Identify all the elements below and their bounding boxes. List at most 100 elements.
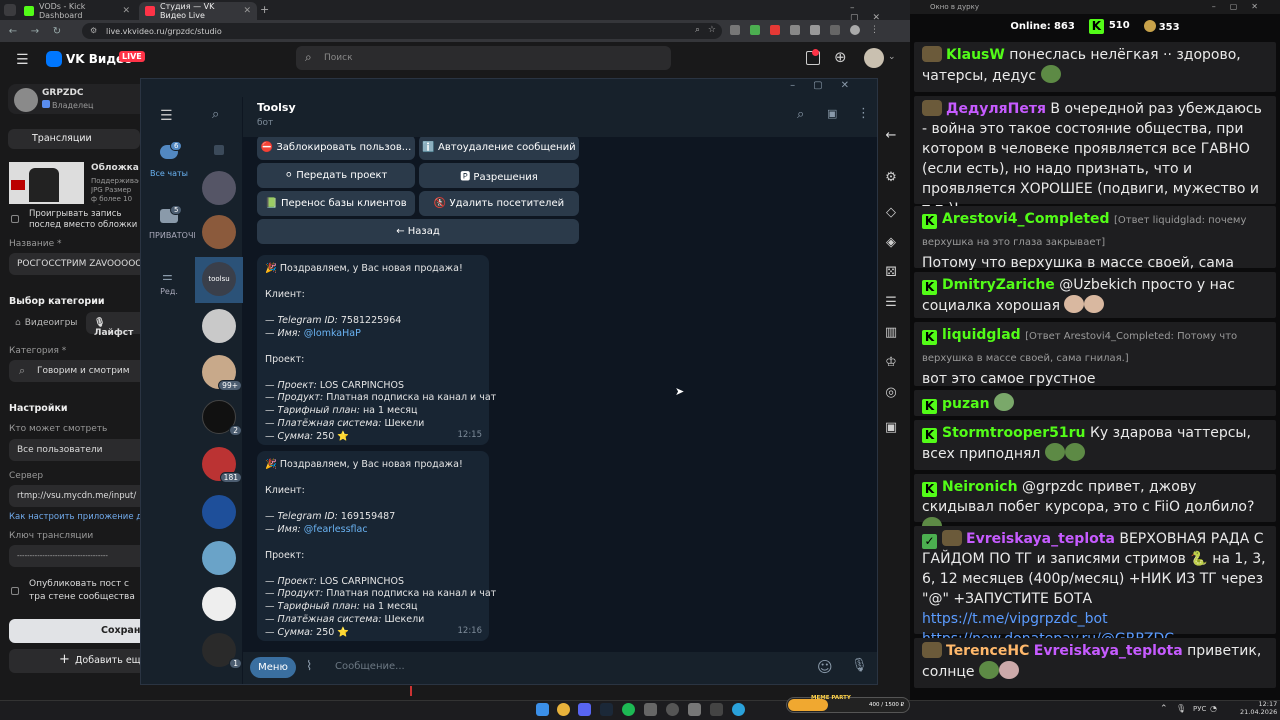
chat-icon[interactable]: ◎ [878, 385, 904, 405]
list-icon[interactable]: ☰ [878, 295, 904, 315]
add-more-button[interactable]: + Добавить еще [9, 649, 149, 673]
chat-username[interactable]: Arestovi4_Completed [942, 211, 1110, 227]
keyboard-button-client-migration[interactable]: 📗 Перенос базы клиентов [257, 191, 415, 216]
search-input[interactable]: ⌕ Поиск [296, 46, 671, 70]
attach-paperclip-icon[interactable]: ⌇ [306, 659, 312, 674]
folder-edit[interactable]: ⚌ Ред. [149, 267, 189, 301]
chat-avatar-toolsy[interactable]: toolsu [202, 262, 236, 296]
telegram-icon[interactable] [732, 703, 745, 716]
chat-item[interactable]: 1 [202, 633, 242, 669]
download-icon[interactable] [830, 25, 840, 35]
obs-icon[interactable] [666, 703, 679, 716]
search-in-chat-icon[interactable]: ⌕ [797, 107, 804, 122]
chat-username[interactable]: Stormtrooper51ru [942, 425, 1086, 441]
network-icon[interactable]: ⌃ [1160, 704, 1168, 714]
chat-username[interactable]: TerenceHC [946, 643, 1029, 659]
category-input[interactable]: Говорим и смотрим [9, 360, 149, 382]
back-icon[interactable]: ← [6, 24, 20, 38]
chat-username[interactable]: KlausW [946, 47, 1005, 63]
site-info-icon[interactable]: ⚙ [90, 26, 97, 35]
app-icon[interactable] [710, 703, 723, 716]
forward-icon[interactable]: → [28, 24, 42, 38]
puzzle-icon[interactable] [810, 25, 820, 35]
server-input[interactable]: rtmp://vsu.mycdn.me/input/ [9, 485, 149, 507]
keyboard-button-permissions[interactable]: 🅿 Разрешения [419, 163, 579, 188]
profile-icon[interactable] [850, 25, 860, 35]
stream-key-input[interactable]: ------------------------------------ [9, 545, 149, 567]
close-tab-icon[interactable]: ✕ [243, 6, 251, 16]
keyboard-button-back[interactable]: ← Назад [257, 219, 579, 244]
sidebar-panel-icon[interactable]: ▣ [827, 107, 837, 120]
gem-icon[interactable]: ◈ [878, 235, 904, 255]
who-can-watch-select[interactable]: Все пользователи [9, 439, 149, 461]
bot-menu-button[interactable]: Меню [250, 657, 296, 678]
extension-icon[interactable] [770, 25, 780, 35]
save-button[interactable]: Сохрани [9, 619, 149, 643]
chat-title[interactable]: Toolsy [257, 101, 296, 114]
reload-icon[interactable]: ↻ [50, 24, 64, 38]
steam-icon[interactable] [600, 703, 613, 716]
spotify-icon[interactable] [622, 703, 635, 716]
client-username-link[interactable]: @fearlessflac [304, 524, 368, 535]
discord-icon[interactable] [578, 703, 591, 716]
keyboard-button-transfer-project[interactable]: ⚪ Передать проект [257, 163, 415, 188]
chat-username[interactable]: DmitryZariche [942, 277, 1055, 293]
bookmark-star-icon[interactable]: ☆ [708, 25, 716, 35]
wifi-icon[interactable]: ◔ [1210, 704, 1217, 713]
chat-window-controls[interactable]: –▢✕ [1212, 2, 1272, 11]
chat-username[interactable]: ДедуляПетя [946, 101, 1046, 117]
archive-icon[interactable] [214, 145, 224, 155]
browser-menu-icon[interactable]: ⋮ [870, 25, 880, 35]
stats-icon[interactable]: ▥ [878, 325, 904, 345]
chat-avatar[interactable] [202, 171, 236, 205]
telegram-menu-icon[interactable]: ☰ [160, 108, 173, 124]
mic-tray-icon[interactable]: 🎙 [1176, 704, 1186, 713]
more-options-icon[interactable]: ⋮ [857, 106, 870, 121]
folder-all-chats[interactable]: 6 Все чаты [149, 141, 189, 187]
emoji-icon[interactable]: ☺ [817, 658, 833, 676]
chat-link[interactable]: https://t.me/vipgrpzdc_bot [922, 611, 1108, 627]
sale-message[interactable]: 🎉 Поздравляем, у Вас новая продажа! Клие… [257, 255, 496, 445]
chat-item[interactable]: 99+ [202, 355, 242, 391]
tab-videogames[interactable]: ⌂ Видеоигры [15, 318, 77, 328]
chevron-down-icon[interactable]: ⌄ [888, 52, 896, 62]
nav-broadcasts-tab[interactable]: Трансляции [8, 129, 140, 149]
sale-message[interactable]: 🎉 Поздравляем, у Вас новая продажа! Клие… [257, 451, 496, 641]
app-icon[interactable] [644, 703, 657, 716]
chat-username[interactable]: Neironich [942, 479, 1018, 495]
start-button-icon[interactable] [536, 703, 549, 716]
chat-username[interactable]: Evreiskaya_teplota [966, 531, 1115, 547]
new-tab-icon[interactable]: + [260, 3, 269, 16]
chrome-icon[interactable] [557, 703, 570, 716]
vk-video-logo-icon[interactable] [46, 51, 62, 67]
dice-icon[interactable]: ⚄ [878, 265, 904, 285]
extension-icon[interactable] [790, 25, 800, 35]
user-avatar[interactable] [864, 48, 884, 68]
search-chats-icon[interactable]: ⌕ [212, 107, 219, 122]
extension-icon[interactable] [730, 25, 740, 35]
url-bar[interactable]: live.vkvideo.ru/grpzdc/studio ⚙ ⌕ ☆ [82, 23, 722, 39]
sidebar-toggle-icon[interactable]: ▣ [878, 420, 904, 440]
tab-kick-dashboard[interactable]: VODs - Kick Dashboard ✕ [18, 2, 136, 20]
keyboard-button-remove-visitors[interactable]: 🚷 Удалить посетителей [419, 191, 579, 216]
message-input[interactable]: Сообщение... [335, 661, 405, 672]
tab-menu-icon[interactable] [4, 4, 16, 16]
hamburger-menu-icon[interactable]: ☰ [16, 52, 29, 68]
cover-image[interactable] [9, 162, 84, 204]
chat-item[interactable]: 181 [202, 447, 242, 483]
chat-avatar[interactable] [202, 309, 236, 343]
chat-mention[interactable]: Evreiskaya_teplota [1034, 643, 1183, 659]
add-content-icon[interactable]: ⊕ [834, 48, 847, 66]
microphone-icon[interactable]: 🎙 [851, 658, 868, 673]
chat-username[interactable]: liquidglad [942, 327, 1021, 343]
keyboard-language[interactable]: РУС [1193, 705, 1206, 713]
explorer-icon[interactable] [688, 703, 701, 716]
zoom-icon[interactable]: ⌕ [695, 25, 700, 35]
broadcast-name-input[interactable]: РОСГОССТРИМ ZAVOOOOOOZ [9, 253, 149, 275]
keyboard-button-autodelete[interactable]: ℹ️ Автоудаление сообщений [419, 137, 579, 160]
tab-vk-studio[interactable]: Студия — VK Видео Live ✕ [139, 2, 257, 20]
publish-post-checkbox[interactable] [11, 587, 19, 595]
telegram-window-controls[interactable]: –▢✕ [790, 80, 867, 91]
collapse-arrow-icon[interactable]: ← [878, 128, 904, 148]
chat-item[interactable]: 2 [202, 400, 242, 436]
